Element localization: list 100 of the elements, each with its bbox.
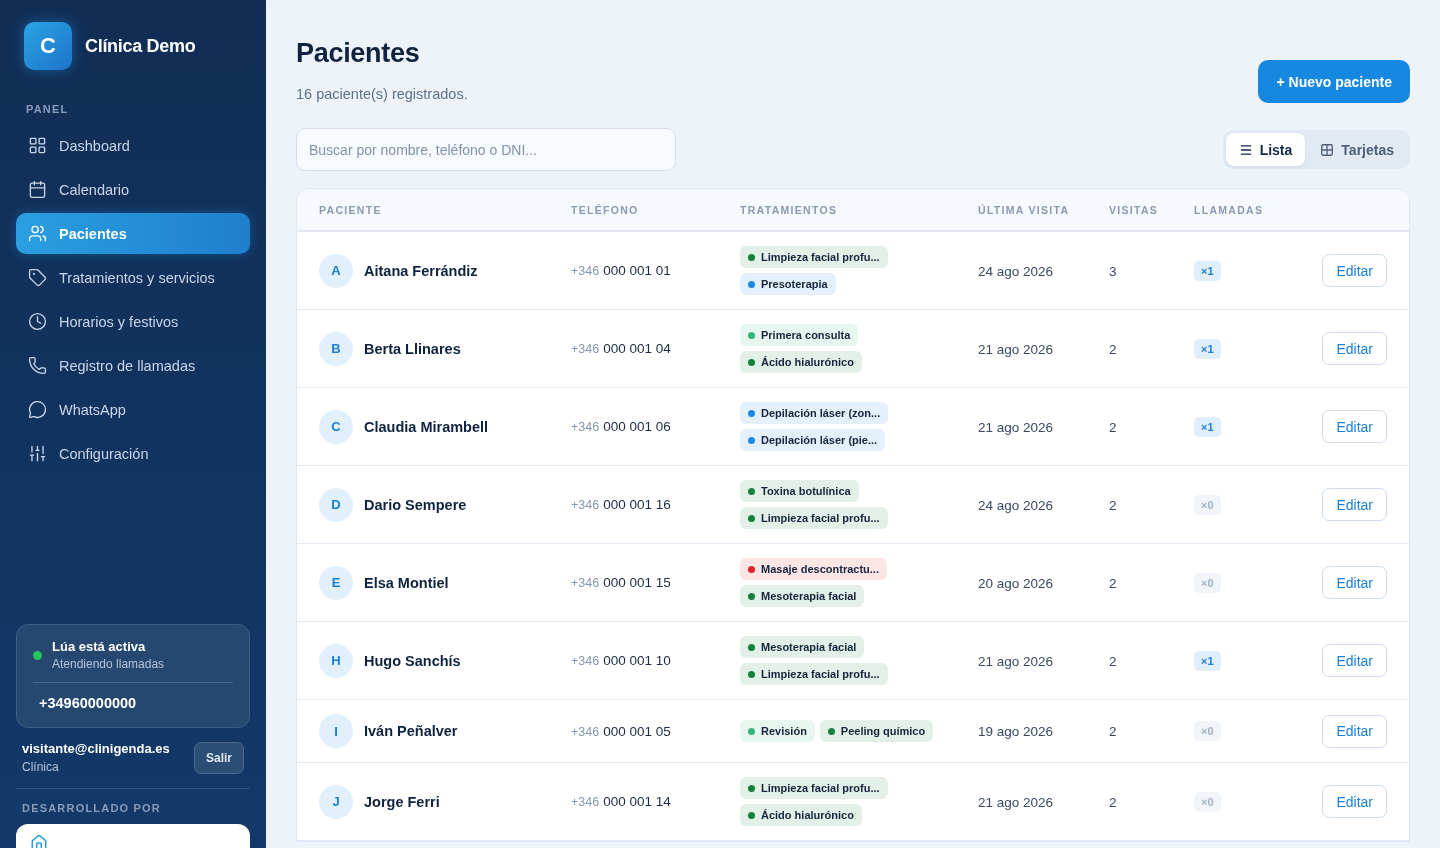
treatment-tag: Ácido hialurónico bbox=[740, 804, 862, 826]
last-visit: 21 ago 2026 bbox=[978, 419, 1054, 435]
view-tab[interactable]: Tarjetas bbox=[1307, 133, 1407, 166]
column-header: VISITAS bbox=[1109, 203, 1160, 216]
phone-number: 000 001 16 bbox=[603, 497, 671, 512]
phone-number: 000 001 14 bbox=[603, 794, 671, 809]
avatar: J bbox=[319, 784, 353, 819]
patient-name: Aitana Ferrándiz bbox=[364, 262, 478, 279]
page-title: Pacientes bbox=[296, 38, 421, 69]
avatar: A bbox=[319, 253, 353, 288]
visit-count: 2 bbox=[1109, 724, 1117, 739]
treatment-tag: Presoterapia bbox=[740, 273, 836, 295]
logout-button[interactable]: Salir bbox=[194, 741, 244, 774]
clinic-logo: C bbox=[24, 22, 72, 70]
avatar: B bbox=[319, 331, 353, 366]
patient-name: Iván Peñalver bbox=[364, 723, 458, 739]
call-count: ×1 bbox=[1194, 260, 1221, 281]
house-icon bbox=[30, 834, 48, 848]
edit-button[interactable]: Editar bbox=[1322, 566, 1387, 599]
call-count: ×1 bbox=[1194, 650, 1221, 671]
phone-icon bbox=[28, 356, 47, 375]
nav-item[interactable]: Dashboard bbox=[16, 125, 250, 166]
search-field[interactable]: Buscar por nombre, teléfono o DNI... bbox=[296, 128, 676, 171]
call-count: ×0 bbox=[1194, 791, 1221, 812]
users-icon bbox=[28, 224, 47, 243]
phone-prefix: +346 bbox=[571, 576, 600, 590]
visit-count: 2 bbox=[1109, 497, 1117, 513]
phone-prefix: +346 bbox=[571, 724, 600, 739]
assistant-status: Lúa está activa bbox=[52, 639, 147, 654]
edit-button[interactable]: Editar bbox=[1322, 488, 1387, 521]
phone-number: 000 001 05 bbox=[603, 723, 671, 739]
phone-number: 000 001 06 bbox=[603, 419, 671, 434]
call-count: ×0 bbox=[1194, 572, 1221, 593]
call-count: ×0 bbox=[1194, 721, 1221, 741]
patient-name: Claudia Mirambell bbox=[364, 418, 489, 435]
avatar: H bbox=[319, 643, 353, 678]
edit-button[interactable]: Editar bbox=[1322, 714, 1387, 748]
view-tab[interactable]: Lista bbox=[1225, 133, 1306, 166]
credit-label: DESARROLLADO POR bbox=[22, 802, 162, 814]
assistant-phone: +34960000000 bbox=[38, 695, 138, 711]
edit-button[interactable]: Editar bbox=[1322, 332, 1387, 365]
grid-icon bbox=[1320, 142, 1335, 157]
edit-button[interactable]: Editar bbox=[1322, 644, 1387, 677]
visit-count: 2 bbox=[1109, 653, 1117, 669]
nav-item[interactable]: Registro de llamadas bbox=[16, 345, 250, 386]
phone-number: 000 001 15 bbox=[603, 575, 671, 590]
call-count: ×0 bbox=[1194, 494, 1221, 515]
treatment-tag: Peeling químico bbox=[819, 720, 934, 742]
edit-button[interactable]: Editar bbox=[1322, 254, 1387, 287]
sliders-icon bbox=[28, 444, 47, 463]
edit-button[interactable]: Editar bbox=[1322, 410, 1387, 443]
last-visit: 21 ago 2026 bbox=[978, 653, 1054, 669]
treatment-tag: Mesoterapia facial bbox=[740, 636, 865, 658]
patient-name: Hugo Sanchís bbox=[364, 652, 461, 669]
last-visit: 24 ago 2026 bbox=[978, 497, 1054, 513]
nav-item[interactable]: Configuración bbox=[16, 433, 250, 474]
visit-count: 3 bbox=[1109, 263, 1117, 279]
nav-item[interactable]: Horarios y festivos bbox=[16, 301, 250, 342]
last-visit: 24 ago 2026 bbox=[978, 263, 1054, 279]
treatment-tag: Limpieza facial profu... bbox=[740, 246, 888, 268]
new-patient-button[interactable]: + Nuevo paciente bbox=[1258, 60, 1410, 103]
clock-icon bbox=[28, 312, 47, 331]
list-icon bbox=[1238, 142, 1253, 157]
avatar: C bbox=[319, 409, 353, 444]
treatment-tag: Revisión bbox=[740, 720, 815, 742]
visit-count: 2 bbox=[1109, 419, 1117, 435]
treatment-tag: Limpieza facial profu... bbox=[740, 507, 888, 529]
last-visit: 19 ago 2026 bbox=[978, 724, 1054, 739]
patient-name: Jorge Ferri bbox=[364, 793, 440, 810]
treatment-tag: Limpieza facial profu... bbox=[740, 663, 888, 685]
last-visit: 21 ago 2026 bbox=[978, 341, 1054, 357]
avatar: E bbox=[319, 565, 353, 600]
visit-count: 2 bbox=[1109, 341, 1117, 357]
nav-item[interactable]: WhatsApp bbox=[16, 389, 250, 430]
phone-prefix: +346 bbox=[571, 420, 600, 434]
clinic-name: Clínica Demo bbox=[85, 35, 196, 57]
column-header: TRATAMIENTOS bbox=[740, 203, 839, 216]
nav-item[interactable]: Pacientes bbox=[16, 213, 250, 254]
phone-prefix: +346 bbox=[571, 342, 600, 356]
nav-item[interactable]: Calendario bbox=[16, 169, 250, 210]
treatment-tag: Masaje descontractu... bbox=[740, 558, 887, 580]
section-label: PANEL bbox=[26, 103, 70, 115]
treatment-tag: Ácido hialurónico bbox=[740, 351, 862, 373]
patient-name: Elsa Montiel bbox=[364, 574, 449, 591]
phone-prefix: +346 bbox=[571, 264, 600, 278]
last-visit: 21 ago 2026 bbox=[978, 794, 1054, 810]
treatment-tag: Depilación láser (pie... bbox=[740, 429, 886, 451]
nav-item[interactable]: Tratamientos y servicios bbox=[16, 257, 250, 298]
call-count: ×1 bbox=[1194, 338, 1221, 359]
assistant-activity: Atendiendo llamadas bbox=[52, 657, 165, 671]
column-header: ÚLTIMA VISITA bbox=[978, 203, 1071, 216]
column-header: LLAMADAS bbox=[1194, 203, 1265, 216]
edit-button[interactable]: Editar bbox=[1322, 785, 1387, 818]
phone-number: 000 001 10 bbox=[603, 653, 671, 668]
patient-name: Berta Llinares bbox=[364, 340, 461, 357]
column-header: PACIENTE bbox=[319, 203, 383, 216]
last-visit: 20 ago 2026 bbox=[978, 575, 1054, 591]
treatment-tag: Primera consulta bbox=[740, 324, 859, 346]
visit-count: 2 bbox=[1109, 575, 1117, 591]
treatment-tag: Limpieza facial profu... bbox=[740, 777, 888, 799]
